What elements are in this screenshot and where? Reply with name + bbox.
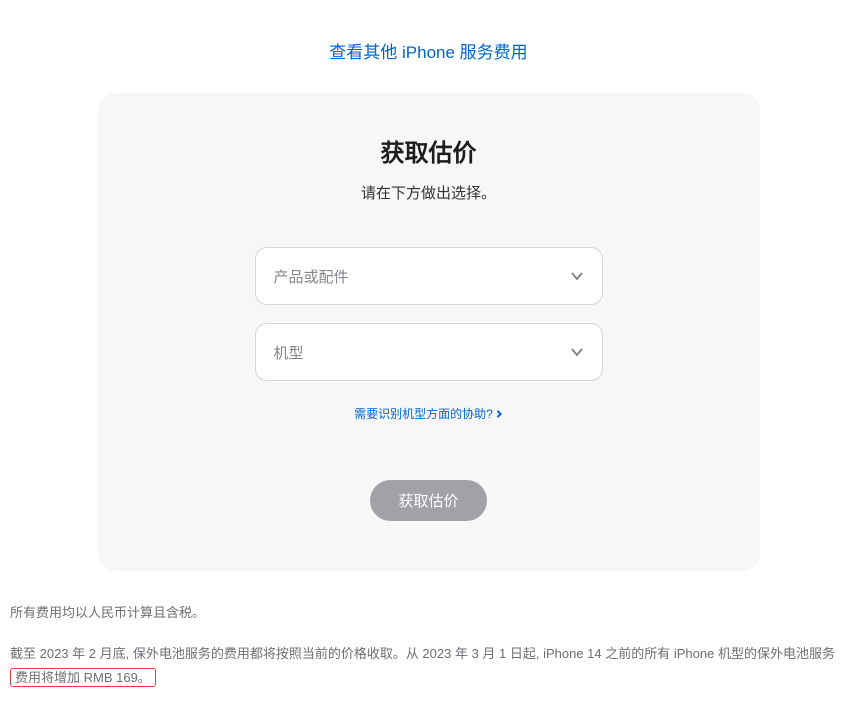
price-increase-highlight: 费用将增加 RMB 169。 (10, 668, 156, 687)
identify-model-help-link[interactable]: 需要识别机型方面的协助? (354, 405, 503, 422)
other-services-link[interactable]: 查看其他 iPhone 服务费用 (329, 38, 527, 63)
card-title: 获取估价 (381, 133, 477, 168)
estimate-card: 获取估价 请在下方做出选择。 产品或配件 机型 需要识别机型方面的协助? (98, 93, 760, 571)
product-select[interactable]: 产品或配件 (255, 247, 603, 305)
get-estimate-button[interactable]: 获取估价 (370, 480, 486, 521)
chevron-down-icon (570, 269, 584, 283)
model-select-placeholder: 机型 (274, 342, 304, 363)
chevron-right-icon (495, 410, 503, 418)
footer-notes: 所有费用均以人民币计算且含税。 截至 2023 年 2 月底, 保外电池服务的费… (0, 571, 857, 707)
help-link-text: 需要识别机型方面的协助? (354, 405, 493, 422)
card-subtitle: 请在下方做出选择。 (361, 182, 496, 203)
product-select-placeholder: 产品或配件 (274, 266, 349, 287)
chevron-down-icon (570, 345, 584, 359)
footer-note-2: 截至 2023 年 2 月底, 保外电池服务的费用都将按照当前的价格收取。从 2… (10, 642, 847, 689)
model-select[interactable]: 机型 (255, 323, 603, 381)
footer-note-1: 所有费用均以人民币计算且含税。 (10, 601, 847, 624)
model-select-wrapper: 机型 (255, 323, 603, 381)
footer-note-2-text: 截至 2023 年 2 月底, 保外电池服务的费用都将按照当前的价格收取。从 2… (10, 646, 835, 661)
product-select-wrapper: 产品或配件 (255, 247, 603, 305)
